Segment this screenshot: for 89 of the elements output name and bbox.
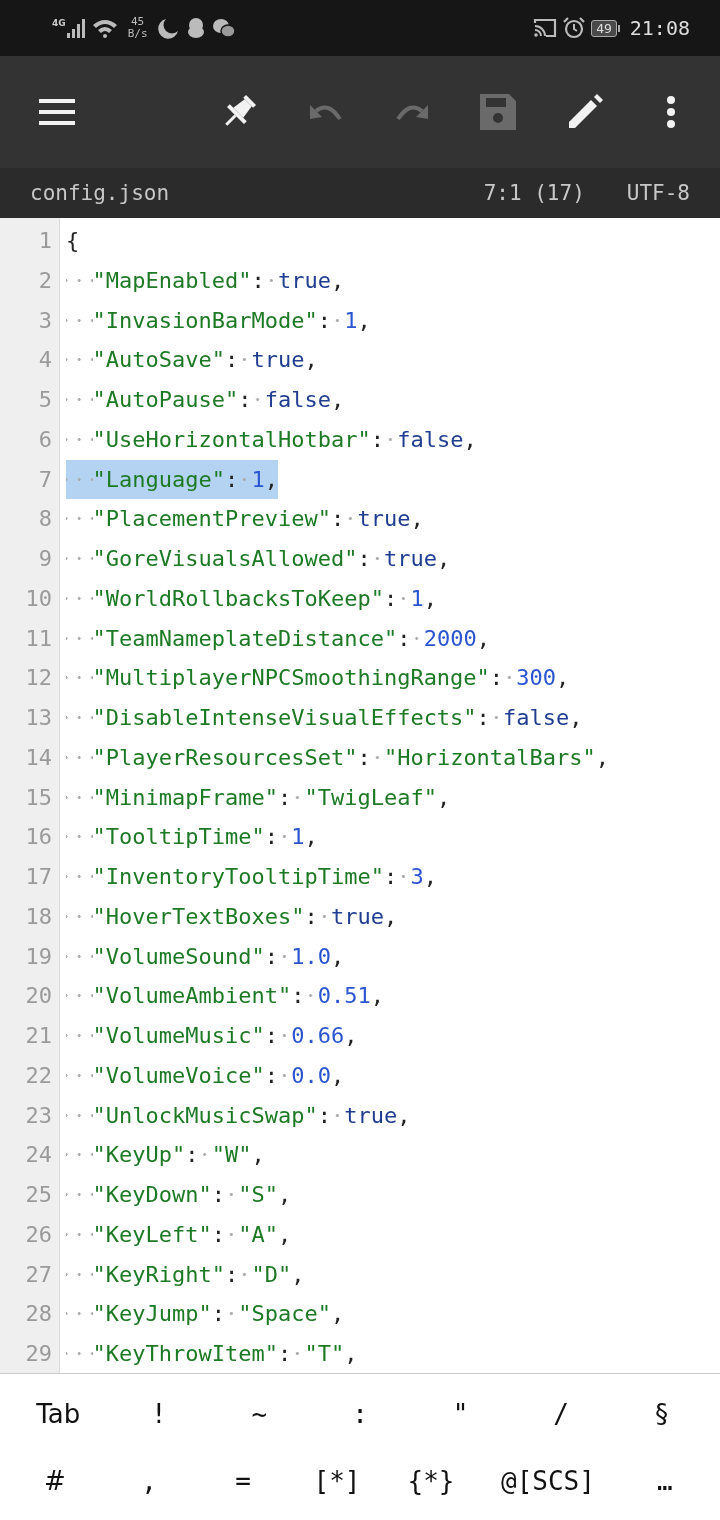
redo-icon	[395, 103, 429, 121]
line-number: 20	[24, 982, 53, 1011]
key-button[interactable]: …	[634, 1461, 695, 1500]
line-number: 19	[24, 942, 53, 971]
line-number: 7	[37, 465, 53, 494]
line-number: 4	[37, 346, 53, 375]
key-button[interactable]: @[SCS]	[495, 1461, 601, 1500]
line-number: 22	[24, 1061, 53, 1090]
line-number: 14	[24, 743, 53, 772]
file-name: config.json	[30, 181, 171, 205]
key-button[interactable]: /	[531, 1394, 592, 1433]
code-line: "WorldRollbacksToKeep": 1,	[66, 578, 437, 619]
chat-icon	[211, 17, 236, 39]
code-line: "VolumeMusic": 0.66,	[66, 1016, 358, 1056]
code-line: "KeyLeft": "A",	[66, 1214, 292, 1255]
line-number: 9	[37, 545, 53, 573]
line-number: 17	[24, 863, 53, 891]
code-line: "PlayerResourcesSet": "HorizontalBars",	[66, 737, 610, 778]
battery-tip	[617, 24, 620, 32]
line-number: 3	[37, 306, 53, 335]
code-line: "VolumeSound": 1.0,	[66, 936, 345, 977]
network-type-label: 4G	[52, 18, 66, 28]
more-options-icon	[666, 96, 675, 128]
line-number: 15	[24, 783, 53, 812]
line-number: 16	[24, 823, 53, 852]
key-button[interactable]: :	[329, 1394, 390, 1433]
code-line: "InvasionBarMode": 1,	[66, 300, 371, 341]
cast-icon	[533, 18, 558, 38]
code-line: "MapEnabled": true,	[66, 260, 345, 301]
alarm-icon	[563, 17, 586, 39]
line-number: 27	[24, 1260, 53, 1289]
line-number: 26	[24, 1220, 53, 1249]
key-button[interactable]: {*}	[401, 1461, 461, 1500]
code-line: "MinimapFrame": "TwigLeaf",	[66, 777, 451, 818]
code-line: "HoverTextBoxes": true,	[66, 896, 398, 937]
line-number: 23	[24, 1101, 53, 1130]
code-line: "AutoPause": false,	[66, 380, 345, 420]
code-line: "InventoryTooltipTime": 3,	[66, 857, 437, 897]
key-button[interactable]: !	[128, 1394, 189, 1433]
code-line: "KeyUp": "W",	[66, 1135, 265, 1175]
code-line: "DisableIntenseVisualEffects": false,	[66, 698, 583, 738]
line-number: 2	[37, 266, 53, 295]
wifi-icon	[91, 18, 118, 38]
key-button[interactable]: ,	[119, 1461, 179, 1500]
cursor-position: 7:1 (17)	[483, 181, 585, 205]
line-number: 18	[24, 902, 53, 931]
line-number: 11	[24, 624, 53, 653]
code-line: "KeyDown": "S",	[66, 1175, 292, 1215]
undo-icon	[308, 103, 343, 121]
code-line: "UnlockMusicSwap": true,	[66, 1095, 411, 1136]
key-button[interactable]: "	[430, 1394, 491, 1433]
battery-level: 49	[591, 19, 617, 37]
key-button[interactable]: [*]	[307, 1461, 367, 1500]
key-button[interactable]: Tab	[28, 1394, 89, 1433]
code-line: "KeyRight": "D",	[66, 1254, 305, 1295]
code-line: "VolumeAmbient": 0.51,	[66, 976, 384, 1016]
line-number: 29	[24, 1340, 53, 1368]
line-number: 1	[37, 227, 53, 255]
line-number: 24	[24, 1141, 53, 1170]
code-line: {	[66, 227, 80, 255]
key-button[interactable]: §	[631, 1394, 692, 1433]
line-number: 5	[37, 386, 53, 414]
code-line: "MultiplayerNPCSmoothingRange": 300,	[66, 658, 570, 698]
line-number: 6	[37, 425, 53, 454]
line-number: 10	[24, 584, 53, 613]
code-line: "PlacementPreview": true,	[66, 499, 424, 539]
line-number: 12	[24, 664, 53, 693]
clock-time: 21:08	[629, 16, 690, 40]
network-speed-unit: B/s	[127, 28, 148, 40]
code-line: "KeyJump": "Space",	[66, 1294, 345, 1334]
moon-icon	[157, 17, 180, 39]
code-line: "AutoSave": true,	[66, 340, 318, 380]
line-number: 21	[24, 1022, 53, 1050]
key-button[interactable]: #	[25, 1461, 85, 1500]
line-number: 28	[24, 1300, 53, 1329]
file-encoding: UTF-8	[626, 181, 690, 205]
code-line: "KeyThrowItem": "T",	[66, 1334, 358, 1373]
code-line: "VolumeVoice": 0.0,	[66, 1055, 345, 1096]
line-number: 13	[24, 704, 53, 732]
key-button[interactable]: =	[213, 1461, 273, 1500]
code-line: "TeamNameplateDistance": 2000,	[66, 618, 490, 659]
line-number: 25	[24, 1181, 53, 1209]
network-speed-value: 45	[130, 16, 145, 28]
code-line: "TooltipTime": 1,	[66, 817, 318, 857]
signal-icon	[65, 18, 86, 38]
key-button[interactable]: ~	[229, 1394, 290, 1433]
code-line: "UseHorizontalHotbar": false,	[66, 419, 477, 460]
line-number: 8	[37, 505, 53, 534]
code-line: "GoreVisualsAllowed": true,	[66, 539, 451, 579]
